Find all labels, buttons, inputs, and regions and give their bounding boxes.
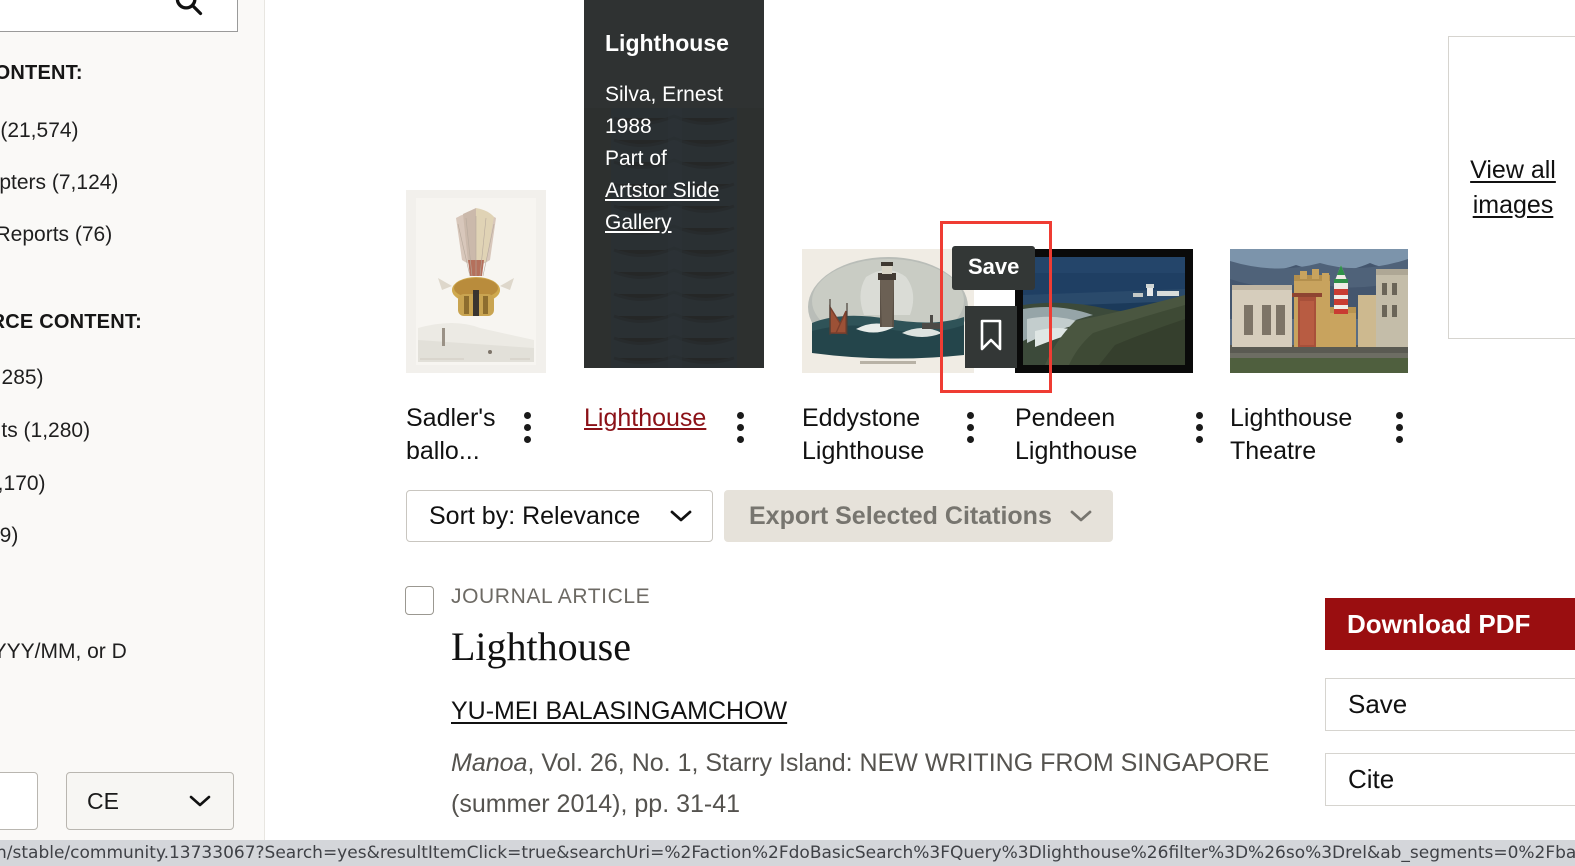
- save-button[interactable]: Save: [1325, 678, 1575, 731]
- hover-card-date: 1988: [605, 115, 652, 138]
- export-selected-citations-button[interactable]: Export Selected Citations: [724, 490, 1113, 542]
- search-icon: [173, 0, 203, 21]
- result-journal-name: Manoa: [451, 749, 528, 777]
- facet-item-source-2[interactable]: ents (1,280): [0, 419, 90, 443]
- search-results-main: Sadler's ballo... Lighthouse Eddystone L…: [265, 0, 1575, 840]
- thumbnail-image[interactable]: [1230, 249, 1408, 373]
- result-author-link[interactable]: YU-MEI BALASINGAMCHOW: [451, 697, 787, 726]
- era-select[interactable]: CE: [66, 772, 234, 830]
- kebab-menu-icon[interactable]: [966, 412, 974, 443]
- status-bar-url: n/stable/community.13733067?Search=yes&r…: [0, 843, 1575, 863]
- search-input[interactable]: [0, 0, 238, 32]
- browser-status-bar: n/stable/community.13733067?Search=yes&r…: [0, 840, 1575, 866]
- cite-button[interactable]: Cite: [1325, 753, 1575, 806]
- facet-item-source-3[interactable]: 1,170): [0, 472, 46, 496]
- thumbnail-image[interactable]: [406, 190, 546, 373]
- facet-heading-content: CONTENT:: [0, 62, 83, 84]
- date-input[interactable]: [0, 772, 38, 830]
- sort-by-select[interactable]: Sort by: Relevance: [406, 490, 713, 542]
- date-format-hint: YY, YYYY/MM, or D: [0, 640, 127, 663]
- era-select-value: CE: [87, 787, 119, 814]
- view-all-images-link[interactable]: View all images: [1449, 153, 1575, 223]
- image-result-label[interactable]: Lighthouse Theatre: [1230, 402, 1380, 468]
- browser-viewport: CONTENT: s (21,574) hapters (7,124) h Re…: [0, 0, 1575, 866]
- kebab-menu-icon[interactable]: [1395, 412, 1403, 443]
- facet-heading-source-content: URCE CONTENT:: [0, 311, 142, 333]
- image-result-label[interactable]: Eddystone Lighthouse: [802, 402, 952, 468]
- export-label: Export Selected Citations: [749, 501, 1052, 530]
- image-result-label[interactable]: Pendeen Lighthouse: [1015, 402, 1165, 468]
- facet-item-research-reports[interactable]: h Reports (76): [0, 223, 112, 247]
- hover-card-content: Lighthouse Silva, Ernest 1988 Part of Ar…: [605, 30, 754, 239]
- hover-card-partof-label: Part of: [605, 147, 667, 170]
- facet-item-source-1[interactable]: 3,285): [0, 366, 44, 390]
- image-hover-card[interactable]: Lighthouse Silva, Ernest 1988 Part of Ar…: [584, 0, 764, 368]
- image-result-label[interactable]: Sadler's ballo...: [406, 402, 518, 468]
- image-results-strip: Sadler's ballo... Lighthouse Eddystone L…: [265, 0, 1575, 480]
- chevron-down-icon: [670, 509, 692, 523]
- highlight-annotation-box: [940, 221, 1052, 393]
- facets-sidebar: CONTENT: s (21,574) hapters (7,124) h Re…: [0, 0, 265, 840]
- chevron-down-icon: [189, 794, 211, 808]
- sort-by-label: Sort by: Relevance: [429, 501, 641, 530]
- hover-card-creator: Silva, Ernest: [605, 83, 723, 106]
- result-type-label: JOURNAL ARTICLE: [451, 585, 651, 608]
- view-all-images-panel[interactable]: View all images: [1448, 36, 1575, 339]
- result-title[interactable]: Lighthouse: [451, 623, 631, 670]
- image-result-label[interactable]: Lighthouse: [584, 402, 724, 435]
- kebab-menu-icon[interactable]: [1195, 412, 1203, 443]
- download-pdf-button[interactable]: Download PDF: [1325, 598, 1575, 650]
- result-citation: Manoa, Vol. 26, No. 1, Starry Island: NE…: [451, 743, 1281, 825]
- hover-card-collection-link[interactable]: Artstor Slide Gallery: [605, 179, 719, 234]
- kebab-menu-icon[interactable]: [523, 412, 531, 443]
- kebab-menu-icon[interactable]: [736, 412, 744, 443]
- facet-item-source-4[interactable]: 19): [0, 524, 18, 548]
- hover-card-title: Lighthouse: [605, 30, 729, 56]
- facet-item-journals[interactable]: s (21,574): [0, 119, 79, 143]
- chevron-down-icon: [1070, 509, 1092, 523]
- result-select-checkbox[interactable]: [405, 586, 434, 615]
- facet-item-book-chapters[interactable]: hapters (7,124): [0, 171, 118, 195]
- result-citation-details: , Vol. 26, No. 1, Starry Island: NEW WRI…: [451, 749, 1270, 818]
